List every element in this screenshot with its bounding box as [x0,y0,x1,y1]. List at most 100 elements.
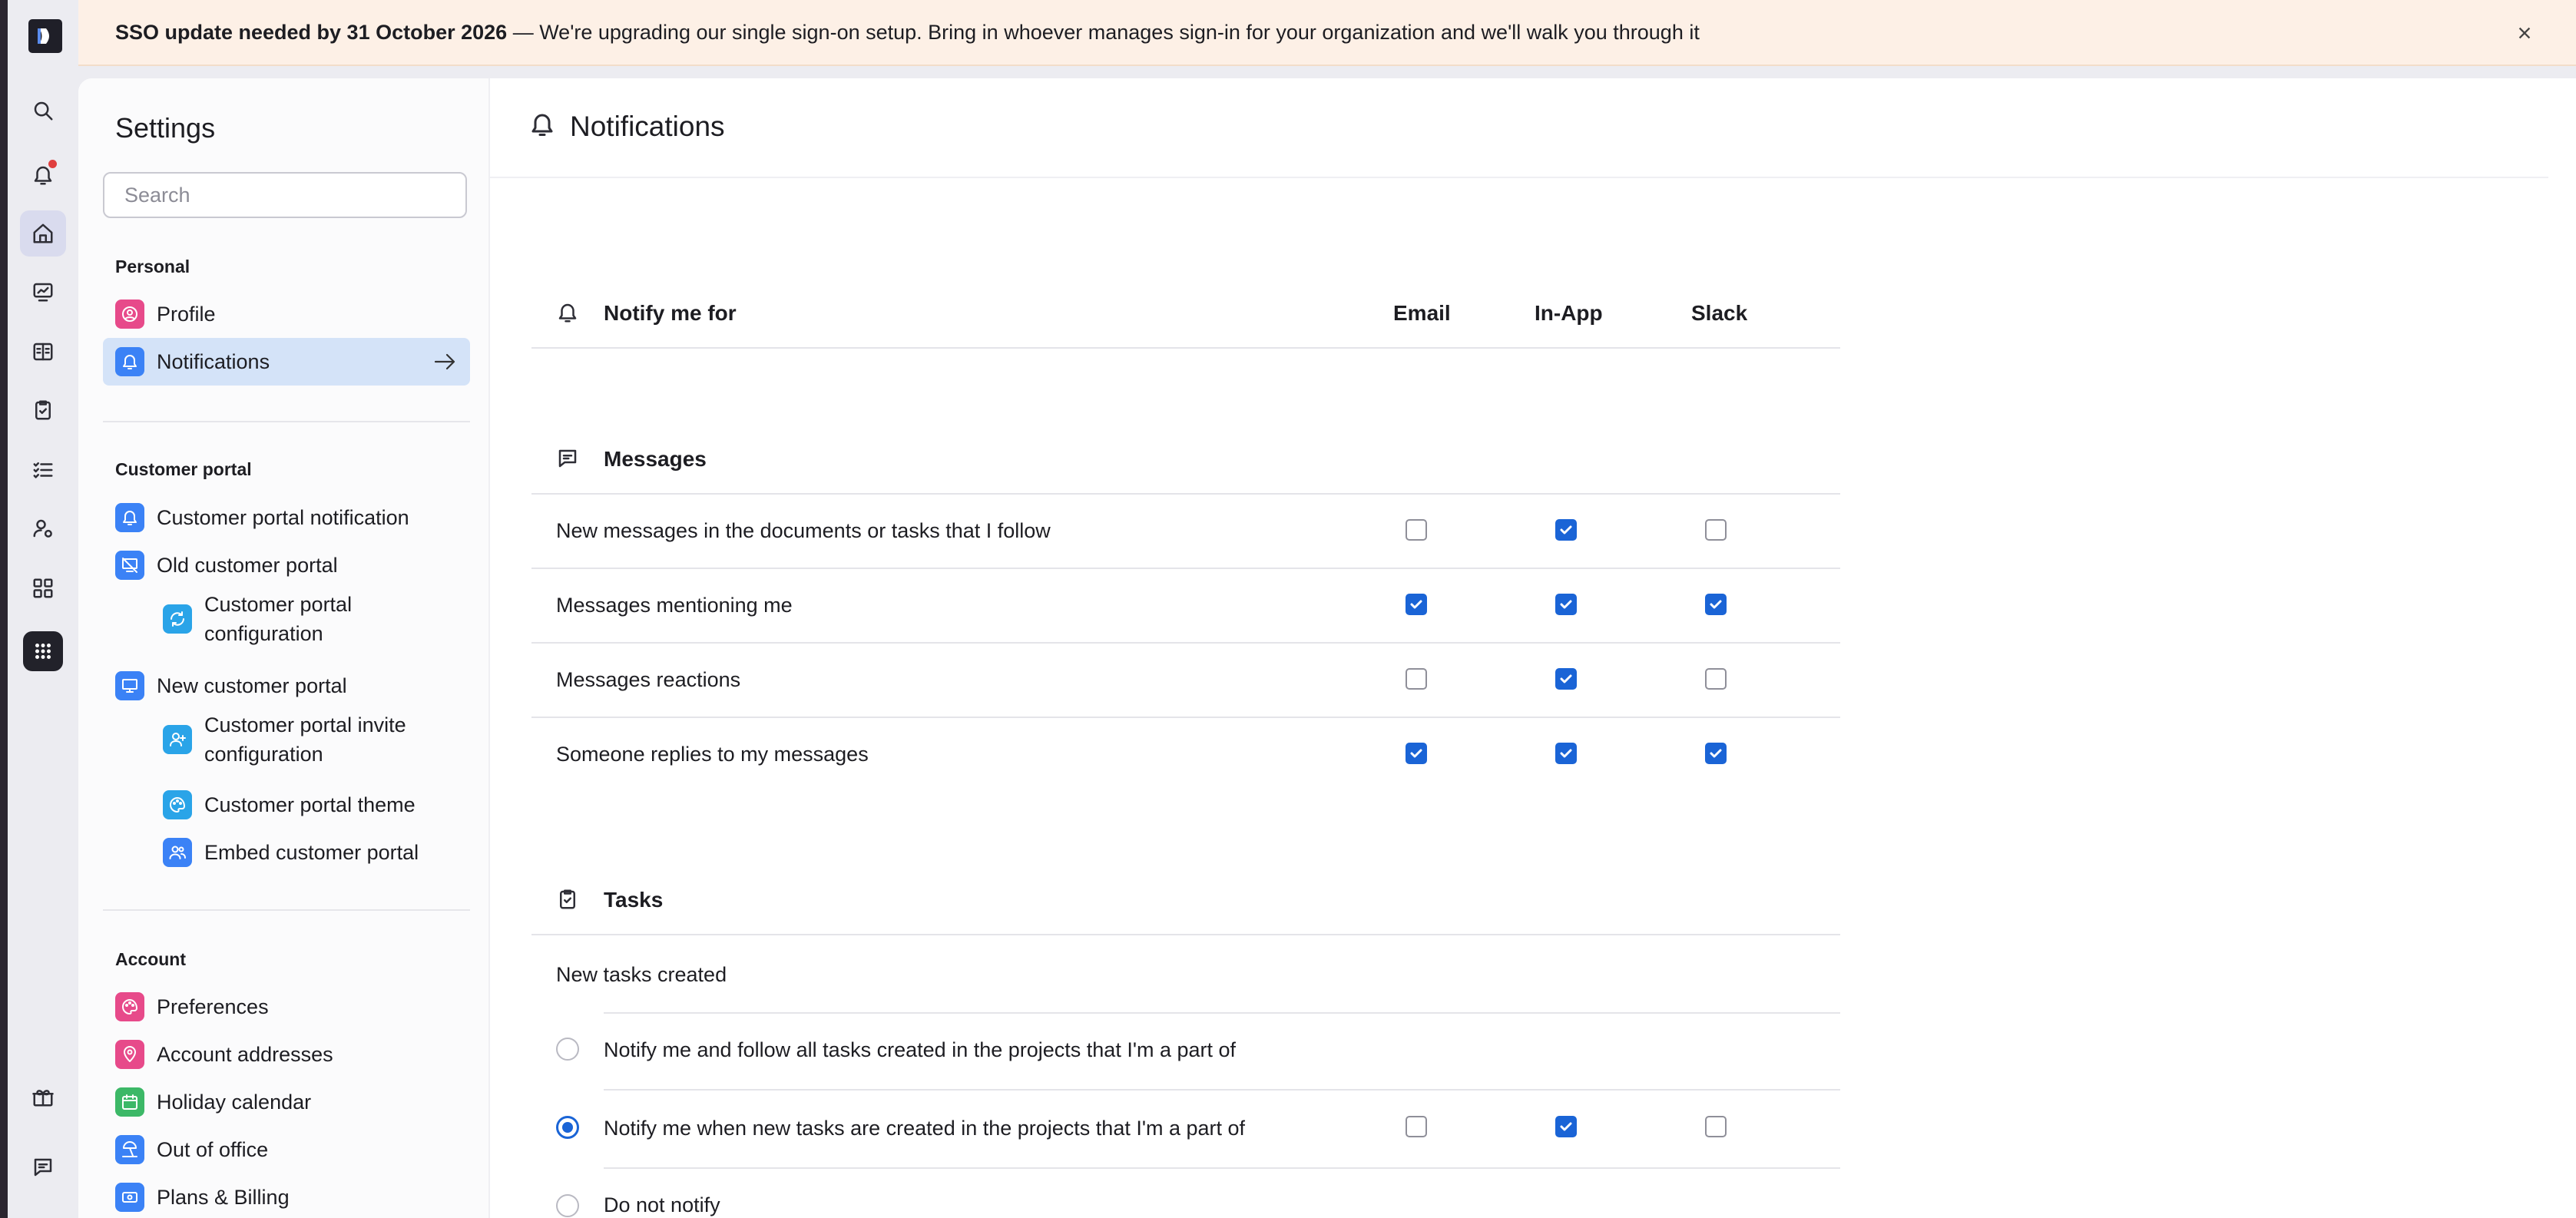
sidebar-item-preferences[interactable]: Preferences [103,983,470,1031]
radio-do-not-notify[interactable] [556,1194,579,1217]
sidebar-item-customer-portal-configuration[interactable]: Customer portal configuration [151,589,470,649]
home-icon[interactable] [20,210,66,257]
sidebar-item-label: Plans & Billing [157,1185,290,1209]
slack-checkbox[interactable] [1705,1116,1727,1137]
page-title: Notifications [570,111,725,142]
palette-icon [163,790,192,819]
notify-header-row: Notify me for Email In-App Slack [531,293,1840,349]
sidebar-item-label: Account addresses [157,1042,333,1066]
dashboard-icon[interactable] [20,269,66,315]
chat-icon[interactable] [20,1144,66,1190]
sidebar-item-label: Holiday calendar [157,1090,312,1114]
sidebar-item-label: Customer portal invite configuration [204,713,406,766]
option-label: Notify me and follow all tasks created i… [604,1038,1237,1061]
column-in-app: In-App [1535,301,1603,325]
email-checkbox[interactable] [1406,668,1427,690]
row-label: Messages mentioning me [556,594,793,617]
palette-icon [115,992,144,1021]
row-label: Someone replies to my messages [556,743,869,766]
bell-icon[interactable] [20,152,66,198]
column-email: Email [1393,301,1451,325]
close-icon[interactable] [2511,20,2538,46]
tasks-section-header: Tasks [531,880,1840,935]
notifications-content: Notifications Notify me for Email In-App… [490,78,2576,1218]
sidebar-item-label: Preferences [157,995,269,1018]
slack-checkbox[interactable] [1705,743,1727,764]
row-label: New tasks created [556,963,727,986]
search-icon[interactable] [20,88,66,134]
email-checkbox[interactable] [1406,594,1427,615]
task-option-row[interactable]: Notify me when new tasks are created in … [604,1091,1840,1169]
table-row: Messages mentioning me [531,569,1840,644]
users-icon [163,838,192,867]
in-app-checkbox[interactable] [1555,668,1577,690]
sidebar-divider [103,909,470,911]
sidebar-item-account-addresses[interactable]: Account addresses [103,1031,470,1078]
window-edge [0,0,8,1218]
sidebar-item-out-of-office[interactable]: Out of office [103,1126,470,1173]
apps-grid-icon[interactable] [23,631,63,671]
user-plus-icon [163,725,192,754]
email-checkbox[interactable] [1406,519,1427,541]
in-app-checkbox[interactable] [1555,519,1577,541]
slack-checkbox[interactable] [1705,519,1727,541]
bell-icon [115,347,144,376]
sidebar-item-notifications[interactable]: Notifications [103,338,470,386]
sidebar-item-label: Out of office [157,1137,269,1161]
slack-checkbox[interactable] [1705,668,1727,690]
sidebar-item-embed-customer-portal[interactable]: Embed customer portal [151,829,470,876]
sidebar-item-customer-portal-notification[interactable]: Customer portal notification [103,494,470,541]
task-option-row[interactable]: Notify me and follow all tasks created i… [604,1014,1840,1091]
billing-icon [115,1183,144,1212]
bell-icon [528,111,556,138]
banner-title: SSO update needed by 31 October 2026 [115,20,508,44]
in-app-checkbox[interactable] [1555,743,1577,764]
monitor-off-icon [115,551,144,580]
table-row: Messages reactions [531,644,1840,718]
sidebar-item-old-customer-portal[interactable]: Old customer portal [103,541,470,589]
option-label: Notify me when new tasks are created in … [604,1117,1246,1140]
sidebar-divider [103,421,470,422]
sidebar-item-customer-portal-theme[interactable]: Customer portal theme [151,781,470,829]
task-option-row[interactable]: Do not notify [604,1169,1840,1218]
sidebar-item-new-customer-portal[interactable]: New customer portal [103,662,470,710]
sidebar-item-customer-portal-invite-configuration[interactable]: Customer portal invite configuration [151,710,470,770]
sidebar-item-profile[interactable]: Profile [103,290,470,338]
bell-icon [115,503,144,532]
sidebar-item-label: Old customer portal [157,553,338,577]
tasks-icon[interactable] [20,387,66,433]
sidebar-item-holiday-calendar[interactable]: Holiday calendar [103,1078,470,1126]
settings-search-input[interactable] [103,172,467,218]
icon-rail [8,0,78,1218]
section-label-personal: Personal [115,257,190,276]
slack-checkbox[interactable] [1705,594,1727,615]
configuration-icon [163,604,192,634]
bell-icon [556,301,579,324]
column-slack: Slack [1691,301,1748,325]
beach-icon [115,1135,144,1164]
message-icon [556,447,579,470]
monitor-icon [115,671,144,700]
new-tasks-row: New tasks created [531,935,1840,1012]
email-checkbox[interactable] [1406,1116,1427,1137]
sidebar-item-label: Customer portal configuration [204,593,353,645]
settings-sidebar: Settings Personal Profile Notifications … [78,78,490,1218]
sidebar-item-label: Profile [157,302,216,326]
table-row: New messages in the documents or tasks t… [531,495,1840,569]
gift-icon[interactable] [20,1074,66,1120]
documents-icon[interactable] [20,329,66,375]
radio-notify-new-tasks[interactable] [556,1116,579,1139]
page-header: Notifications [490,78,2548,178]
arrow-right-icon [433,351,456,372]
user-settings-icon[interactable] [20,505,66,551]
radio-follow-all-tasks[interactable] [556,1038,579,1061]
list-icon[interactable] [20,447,66,493]
in-app-checkbox[interactable] [1555,1116,1577,1137]
sidebar-item-plans-billing[interactable]: Plans & Billing [103,1173,470,1218]
widgets-icon[interactable] [20,565,66,611]
email-checkbox[interactable] [1406,743,1427,764]
app-logo[interactable] [28,19,62,53]
row-label: Messages reactions [556,668,741,691]
section-label-account: Account [115,949,186,969]
in-app-checkbox[interactable] [1555,594,1577,615]
